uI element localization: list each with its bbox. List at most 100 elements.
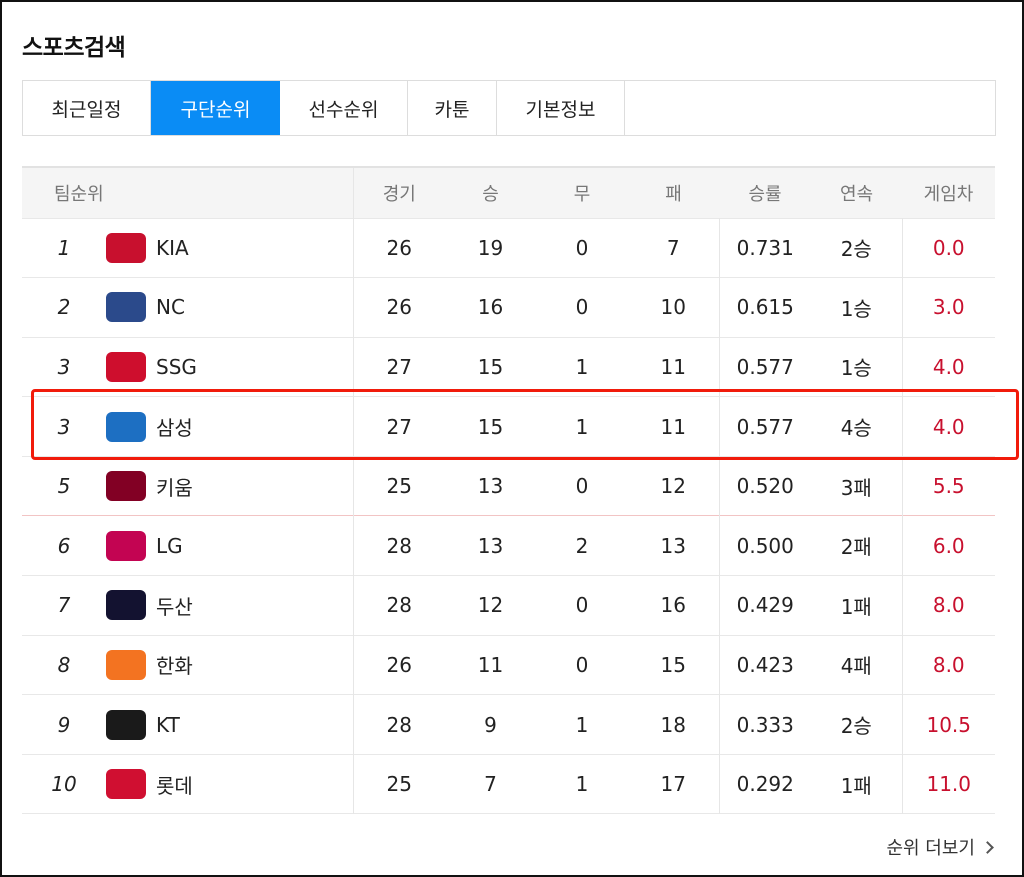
wins-cell: 15	[477, 414, 504, 439]
standings-table: 팀순위 경기 승 무 패 승률 연속 게임차 1 KIA 26 19 0 7 0.731 2승…	[22, 166, 995, 814]
games-cell: 26	[352, 277, 445, 338]
win-pct-cell: 0.577	[718, 396, 811, 457]
draws-cell: 0	[575, 652, 589, 677]
games-cell: 27	[352, 337, 445, 397]
draws-cell: 0	[575, 593, 589, 618]
games-behind-cell: 6.0	[901, 515, 995, 576]
streak-cell: 1승	[840, 296, 872, 321]
table-row[interactable]: 7 두산 28 12 0 16 0.429 1패 8.0	[22, 575, 995, 636]
streak-cell: 1승	[840, 356, 872, 381]
win-pct-cell: 0.429	[718, 575, 811, 636]
tab-recent-schedule[interactable]: 최근일정	[23, 81, 151, 135]
team-logo-icon	[106, 530, 146, 561]
wins-cell: 11	[477, 652, 504, 677]
streak-cell: 2승	[840, 714, 872, 739]
games-behind-cell: 4.0	[901, 396, 995, 457]
games-cell: 28	[352, 515, 445, 576]
draws-cell: 2	[575, 533, 589, 558]
team-logo-icon	[106, 411, 146, 442]
more-ranking-link[interactable]: 순위 더보기	[886, 834, 994, 860]
panel-title: 스포츠검색	[22, 35, 126, 61]
col-games: 경기	[352, 167, 445, 218]
table-row[interactable]: 8 한화 26 11 0 15 0.423 4패 8.0	[22, 635, 995, 695]
games-behind-cell: 8.0	[901, 635, 995, 695]
tab-player-ranking[interactable]: 선수순위	[280, 81, 408, 135]
rank-cell: 8	[57, 652, 71, 677]
wins-cell: 13	[477, 533, 504, 558]
team-name[interactable]: 키움	[156, 472, 193, 501]
rank-cell: 9	[57, 712, 71, 737]
games-behind-cell: 11.0	[901, 754, 995, 814]
games-behind-cell: 8.0	[901, 575, 995, 636]
losses-cell: 16	[660, 593, 686, 618]
team-logo-icon	[106, 649, 146, 680]
team-logo-icon	[106, 471, 146, 502]
tab-basic-info[interactable]: 기본정보	[497, 81, 625, 135]
win-pct-cell: 0.423	[718, 635, 811, 695]
draws-cell: 0	[575, 295, 589, 320]
table-row[interactable]: 2 NC 26 16 0 10 0.615 1승 3.0	[22, 277, 995, 338]
wins-cell: 13	[477, 474, 504, 499]
win-pct-cell: 0.520	[718, 456, 811, 516]
team-name[interactable]: KT	[156, 713, 180, 737]
wins-cell: 9	[484, 712, 497, 737]
tab-cartoon[interactable]: 카툰	[408, 81, 497, 135]
wins-cell: 7	[484, 772, 497, 797]
tab-bar: 최근일정 구단순위 선수순위 카툰 기본정보	[22, 80, 996, 136]
team-name[interactable]: 두산	[156, 591, 193, 620]
draws-cell: 0	[575, 235, 589, 260]
games-cell: 25	[352, 456, 445, 516]
col-losses: 패	[665, 183, 682, 205]
games-cell: 28	[352, 694, 445, 755]
team-name[interactable]: SSG	[156, 355, 197, 379]
wins-cell: 16	[477, 295, 504, 320]
col-games-behind: 게임차	[923, 183, 974, 205]
team-name[interactable]: NC	[156, 295, 185, 319]
losses-cell: 17	[660, 772, 686, 797]
losses-cell: 11	[660, 414, 686, 439]
table-row[interactable]: 6 LG 28 13 2 13 0.500 2패 6.0	[22, 515, 995, 576]
win-pct-cell: 0.333	[718, 694, 811, 755]
wins-cell: 15	[477, 354, 504, 379]
draws-cell: 1	[575, 772, 589, 797]
team-name[interactable]: 한화	[156, 650, 193, 679]
rank-cell: 6	[57, 533, 71, 558]
win-pct-cell: 0.577	[718, 337, 811, 397]
tab-team-ranking[interactable]: 구단순위	[151, 81, 280, 135]
losses-cell: 13	[660, 533, 686, 558]
losses-cell: 15	[660, 652, 686, 677]
rank-cell: 1	[57, 235, 71, 260]
team-logo-icon	[106, 709, 146, 740]
win-pct-cell: 0.731	[718, 218, 811, 278]
team-name[interactable]: 롯데	[156, 770, 193, 799]
games-behind-cell: 10.5	[901, 694, 995, 755]
tab-bar-filler	[625, 81, 995, 135]
team-name[interactable]: KIA	[156, 236, 189, 260]
games-cell: 25	[352, 754, 445, 814]
win-pct-cell: 0.615	[718, 277, 811, 338]
win-pct-cell: 0.292	[718, 754, 811, 814]
table-row[interactable]: 9 KT 28 9 1 18 0.333 2승 10.5	[22, 694, 995, 755]
streak-cell: 1패	[840, 773, 872, 798]
games-cell: 28	[352, 575, 445, 636]
col-win-pct: 승률	[748, 183, 782, 205]
streak-cell: 4패	[840, 654, 872, 679]
team-logo-icon	[106, 292, 146, 323]
team-logo-icon	[106, 232, 146, 263]
table-row[interactable]: 3 SSG 27 15 1 11 0.577 1승 4.0	[22, 337, 995, 397]
table-row[interactable]: 10 롯데 25 7 1 17 0.292 1패 11.0	[22, 754, 995, 814]
losses-cell: 12	[660, 474, 686, 499]
team-name[interactable]: LG	[156, 534, 183, 558]
team-name[interactable]: 삼성	[156, 412, 193, 441]
table-row[interactable]: 3 삼성 27 15 1 11 0.577 4승 4.0	[22, 396, 995, 457]
draws-cell: 1	[575, 354, 589, 379]
draws-cell: 1	[575, 414, 589, 439]
losses-cell: 7	[666, 235, 680, 260]
losses-cell: 18	[660, 712, 686, 737]
sports-search-panel: 스포츠검색 최근일정 구단순위 선수순위 카툰 기본정보 팀순위 경기 승 무	[0, 0, 1024, 877]
table-row[interactable]: 1 KIA 26 19 0 7 0.731 2승 0.0	[22, 218, 995, 278]
streak-cell: 2패	[840, 535, 872, 560]
streak-cell: 3패	[840, 475, 872, 500]
table-row[interactable]: 5 키움 25 13 0 12 0.520 3패 5.5	[22, 456, 995, 516]
col-wins: 승	[482, 183, 499, 205]
